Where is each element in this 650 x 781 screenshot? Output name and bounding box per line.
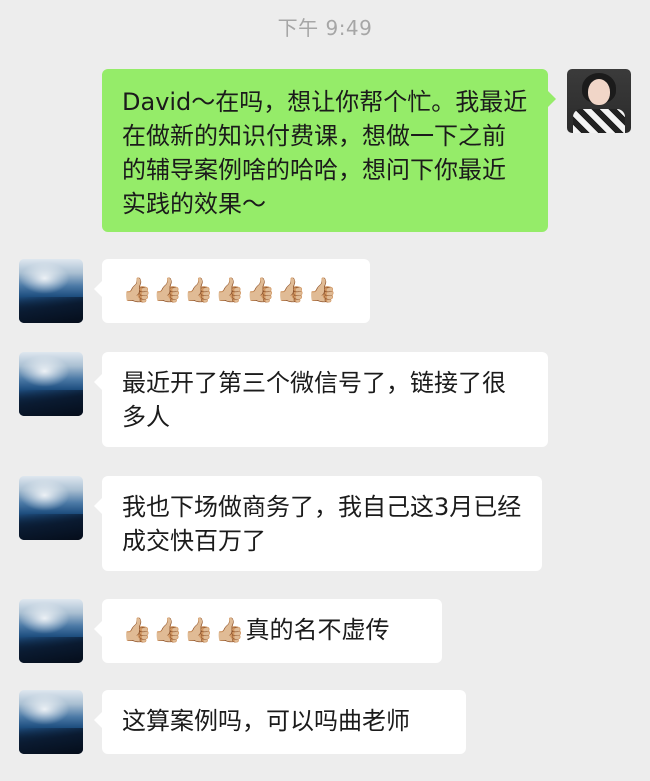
message-bubble-outgoing[interactable]: David～在吗，想让你帮个忙。我最近在做新的知识付费课，想做一下之前的辅导案例… [102, 69, 556, 232]
contact-avatar[interactable] [19, 476, 83, 540]
message-bubble-incoming[interactable]: 这算案例吗，可以吗曲老师 [94, 690, 466, 754]
thumbs-up-emoji-row: 👍🏼👍🏼👍🏼👍🏼👍🏼👍🏼👍🏼 [122, 276, 339, 304]
message-bubble-incoming[interactable]: 👍🏼👍🏼👍🏼👍🏼真的名不虚传 [94, 599, 442, 663]
my-avatar[interactable] [567, 69, 631, 133]
message-bubble-incoming[interactable]: 我也下场做商务了，我自己这3月已经成交快百万了 [94, 476, 542, 571]
message-bubble-incoming[interactable]: 最近开了第三个微信号了，链接了很多人 [94, 352, 548, 447]
thumbs-up-emoji-row: 👍🏼👍🏼👍🏼👍🏼 [122, 616, 246, 644]
message-text: 真的名不虚传 [245, 616, 390, 644]
message-text: 最近开了第三个微信号了，链接了很多人 [122, 369, 506, 431]
message-text: David～在吗，想让你帮个忙。我最近在做新的知识付费课，想做一下之前的辅导案例… [122, 88, 528, 218]
message-text: 我也下场做商务了，我自己这3月已经成交快百万了 [122, 493, 522, 555]
contact-avatar[interactable] [19, 690, 83, 754]
chat-timestamp: 下午 9:49 [277, 16, 373, 40]
message-text: 这算案例吗，可以吗曲老师 [122, 707, 410, 735]
contact-avatar[interactable] [19, 259, 83, 323]
contact-avatar[interactable] [19, 352, 83, 416]
contact-avatar[interactable] [19, 599, 83, 663]
message-bubble-incoming[interactable]: 👍🏼👍🏼👍🏼👍🏼👍🏼👍🏼👍🏼 [94, 259, 370, 323]
